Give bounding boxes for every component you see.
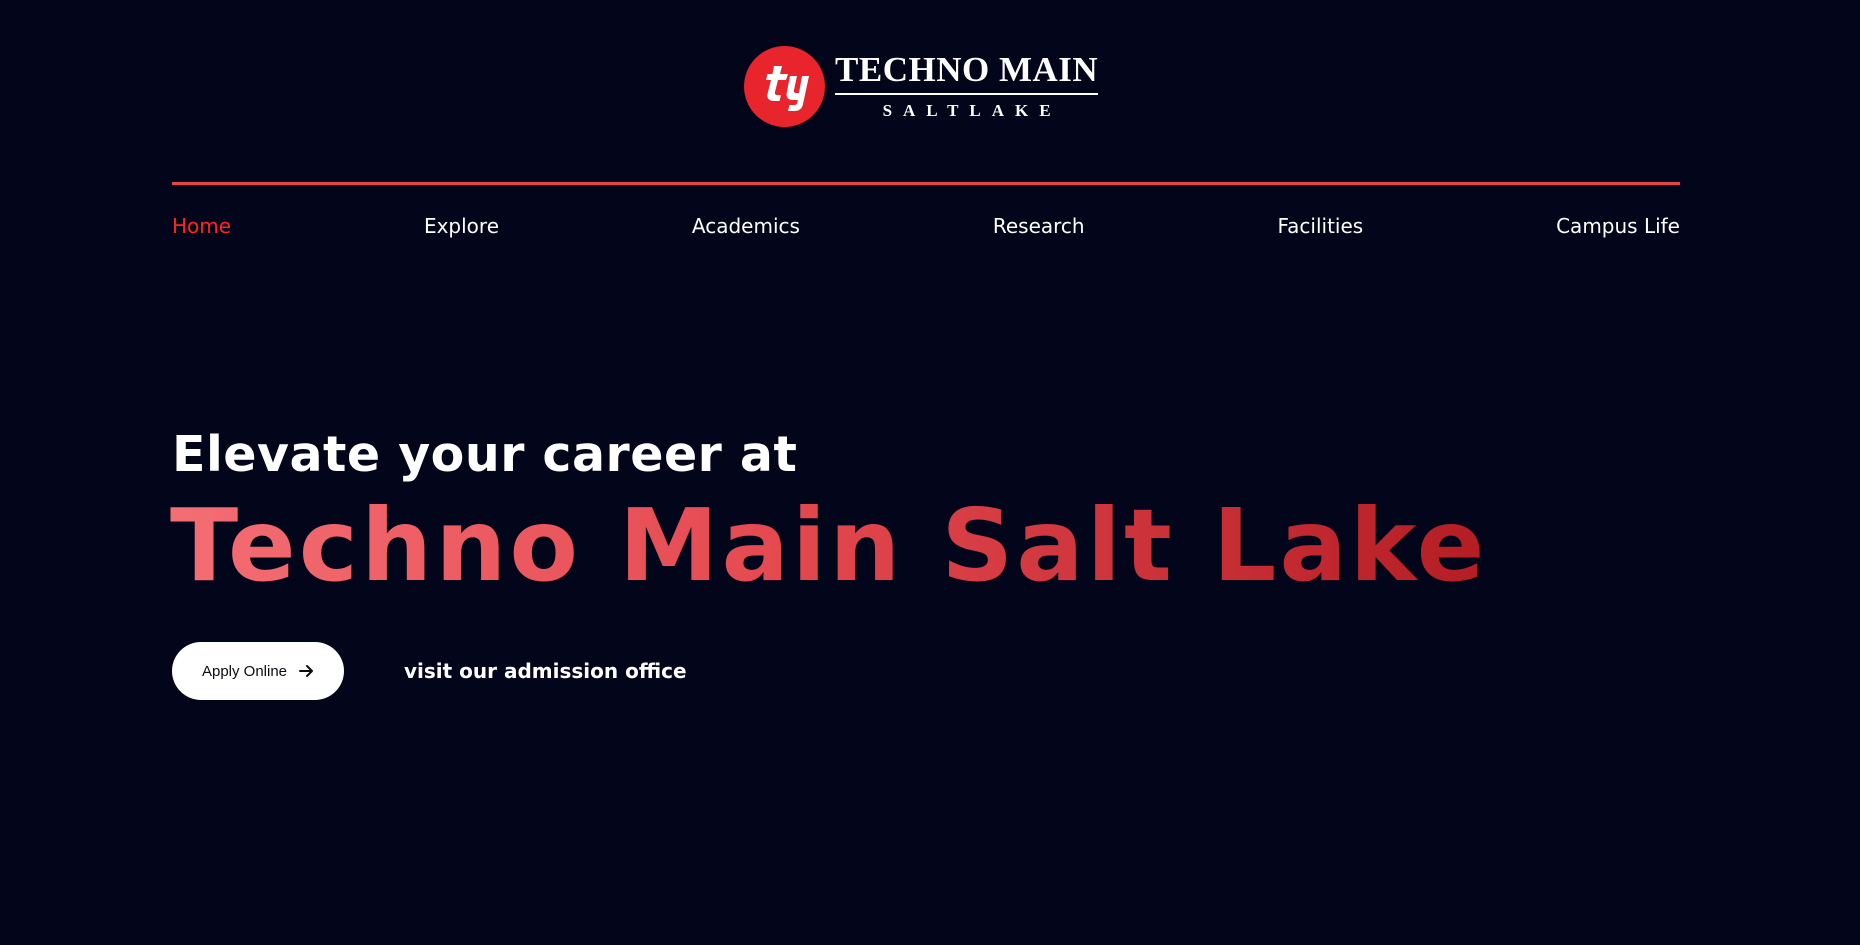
nav-item-explore[interactable]: Explore: [424, 214, 499, 238]
hero-kicker: Elevate your career at: [172, 426, 798, 483]
logo-wordmark: TECHNO MAIN SALTLAKE: [835, 52, 1099, 121]
nav-divider: [172, 182, 1680, 185]
nav-item-facilities[interactable]: Facilities: [1277, 214, 1363, 238]
page: TECHNO MAIN SALTLAKE Home Explore Academ…: [0, 0, 1860, 945]
logo-name: TECHNO MAIN: [835, 52, 1099, 95]
nav-item-campus-life[interactable]: Campus Life: [1556, 214, 1680, 238]
techno-india-logo-icon: [744, 46, 825, 127]
apply-online-label: Apply Online: [201, 662, 288, 680]
visit-admission-office-link[interactable]: visit our admission office: [404, 659, 687, 683]
apply-online-button[interactable]: Apply Online: [172, 642, 344, 700]
nav-item-academics[interactable]: Academics: [692, 214, 800, 238]
nav-item-home[interactable]: Home: [172, 214, 231, 238]
site-logo[interactable]: TECHNO MAIN SALTLAKE: [744, 46, 1099, 127]
hero-title: Techno Main Salt Lake: [170, 487, 1488, 604]
arrow-right-icon: [299, 665, 314, 677]
logo-subname: SALTLAKE: [882, 101, 1062, 120]
nav-item-research[interactable]: Research: [993, 214, 1085, 238]
cta-row: Apply Online visit our admission office: [172, 642, 687, 700]
main-nav: Home Explore Academics Research Faciliti…: [172, 214, 1680, 238]
